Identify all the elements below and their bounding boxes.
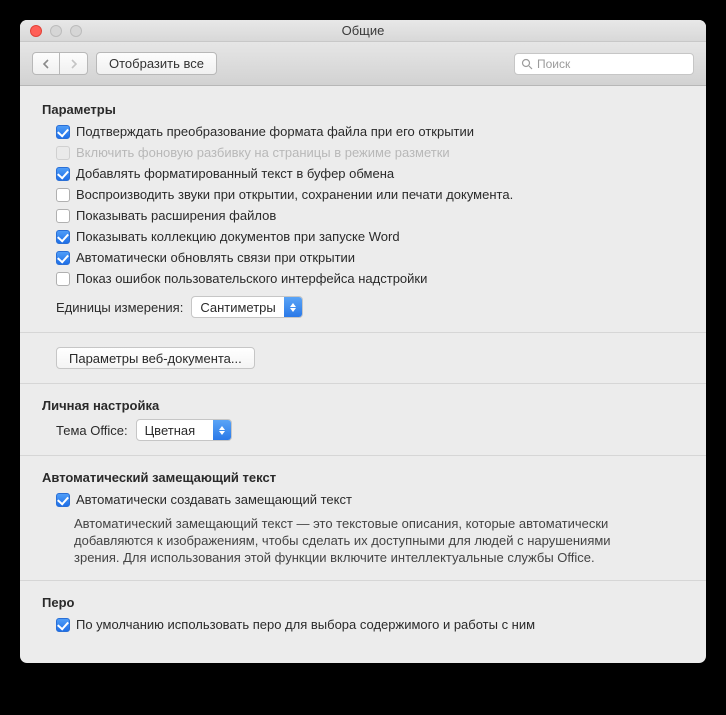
params-checkbox-label: Показывать коллекцию документов при запу…	[76, 228, 400, 246]
search-icon	[521, 58, 533, 70]
toolbar: Отобразить все	[20, 42, 706, 86]
show-all-button[interactable]: Отобразить все	[96, 52, 217, 75]
params-option-list: Подтверждать преобразование формата файл…	[42, 123, 684, 288]
theme-value: Цветная	[137, 423, 213, 438]
preferences-window: Общие Отобразить все Параметры Подтвержд…	[20, 20, 706, 663]
params-checkbox[interactable]	[56, 167, 70, 181]
params-checkbox[interactable]	[56, 272, 70, 286]
section-personal-title: Личная настройка	[42, 398, 684, 413]
theme-label: Тема Office:	[56, 423, 128, 438]
params-option-row: Показывать коллекцию документов при запу…	[56, 228, 684, 246]
section-params-title: Параметры	[42, 102, 684, 117]
titlebar: Общие	[20, 20, 706, 42]
alttext-checkbox-label: Автоматически создавать замещающий текст	[76, 491, 352, 509]
section-pen-title: Перо	[42, 595, 684, 610]
divider	[20, 383, 706, 384]
select-stepper-icon	[213, 420, 231, 440]
params-checkbox-label: Добавлять форматированный текст в буфер …	[76, 165, 394, 183]
pen-checkbox[interactable]	[56, 618, 70, 632]
show-all-label: Отобразить все	[109, 56, 204, 71]
search-input[interactable]	[537, 57, 687, 71]
params-checkbox-label: Показывать расширения файлов	[76, 207, 276, 225]
units-value: Сантиметры	[192, 300, 283, 315]
search-field[interactable]	[514, 53, 694, 75]
web-document-options-button[interactable]: Параметры веб-документа...	[56, 347, 255, 369]
section-alttext-title: Автоматический замещающий текст	[42, 470, 684, 485]
params-checkbox[interactable]	[56, 230, 70, 244]
params-option-row: Показывать расширения файлов	[56, 207, 684, 225]
params-option-row: Автоматически обновлять связи при открыт…	[56, 249, 684, 267]
nav-segment	[32, 52, 88, 75]
theme-select[interactable]: Цветная	[136, 419, 232, 441]
alttext-checkbox[interactable]	[56, 493, 70, 507]
select-stepper-icon	[284, 297, 302, 317]
params-checkbox-label: Воспроизводить звуки при открытии, сохра…	[76, 186, 513, 204]
params-checkbox[interactable]	[56, 209, 70, 223]
params-checkbox-label: Включить фоновую разбивку на страницы в …	[76, 144, 450, 162]
content: Параметры Подтверждать преобразование фо…	[20, 86, 706, 663]
params-option-row: Добавлять форматированный текст в буфер …	[56, 165, 684, 183]
divider	[20, 580, 706, 581]
window-title: Общие	[20, 23, 706, 38]
divider	[20, 332, 706, 333]
params-checkbox[interactable]	[56, 188, 70, 202]
forward-button[interactable]	[60, 52, 88, 75]
units-select[interactable]: Сантиметры	[191, 296, 302, 318]
params-option-row: Воспроизводить звуки при открытии, сохра…	[56, 186, 684, 204]
params-checkbox	[56, 146, 70, 160]
units-label: Единицы измерения:	[56, 300, 183, 315]
pen-checkbox-label: По умолчанию использовать перо для выбор…	[76, 616, 535, 634]
params-checkbox-label: Автоматически обновлять связи при открыт…	[76, 249, 355, 267]
alttext-description: Автоматический замещающий текст — это те…	[42, 515, 642, 566]
web-options-label: Параметры веб-документа...	[69, 351, 242, 366]
params-checkbox[interactable]	[56, 125, 70, 139]
params-option-row: Подтверждать преобразование формата файл…	[56, 123, 684, 141]
back-button[interactable]	[32, 52, 60, 75]
divider	[20, 455, 706, 456]
params-option-row: Включить фоновую разбивку на страницы в …	[56, 144, 684, 162]
params-option-row: Показ ошибок пользовательского интерфейс…	[56, 270, 684, 288]
params-checkbox-label: Показ ошибок пользовательского интерфейс…	[76, 270, 427, 288]
params-checkbox[interactable]	[56, 251, 70, 265]
params-checkbox-label: Подтверждать преобразование формата файл…	[76, 123, 474, 141]
